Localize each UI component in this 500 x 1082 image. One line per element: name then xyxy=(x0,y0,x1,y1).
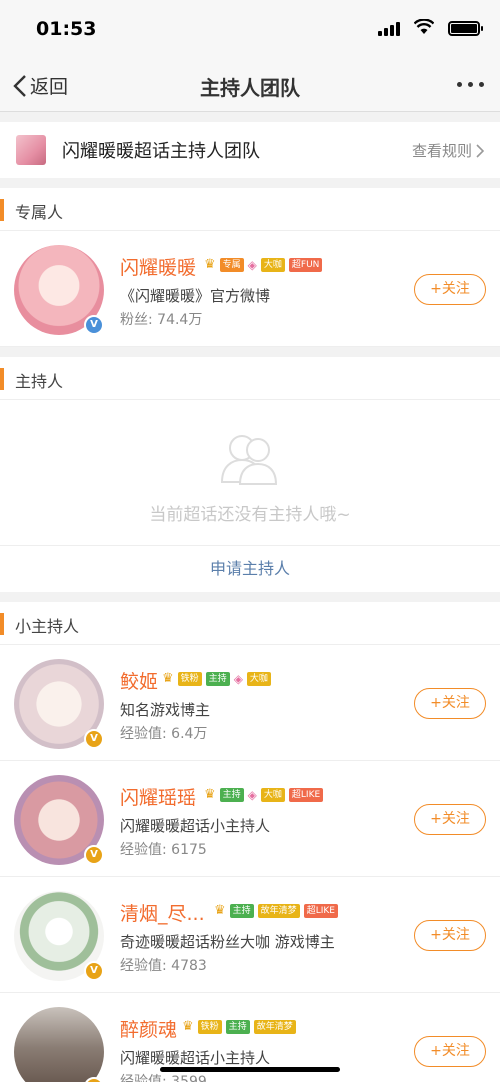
follow-button[interactable]: +关注 xyxy=(414,804,486,835)
badge-list: ♛ 主持 ◈ 大咖 超LIKE xyxy=(204,787,324,802)
badge: 大咖 xyxy=(260,257,285,272)
crown-icon: ♛ xyxy=(162,671,174,686)
user-stat: 经验值: 6175 xyxy=(120,842,207,858)
topic-thumbnail xyxy=(16,135,46,165)
user-name[interactable]: 闪耀瑶瑶 xyxy=(120,783,196,810)
user-name[interactable]: 鲛姬 xyxy=(120,667,158,694)
badge-list: ♛ 铁粉 主持 故年清梦 xyxy=(182,1019,296,1034)
verified-icon: V xyxy=(84,729,104,749)
chevron-right-icon xyxy=(476,143,484,158)
list-item[interactable]: V 鲛姬 ♛ 铁粉 主持 ◈ 大咖 知名游戏博主 经验值: 6.4万 +关注 xyxy=(0,645,500,761)
section-title: 小主持人 xyxy=(15,617,80,636)
badge: 超LIKE xyxy=(288,787,324,802)
badge: 大咖 xyxy=(260,787,285,802)
nav-bar: 返回 主持人团队 xyxy=(0,58,500,112)
topic-row[interactable]: 闪耀暖暖超话主持人团队 查看规则 xyxy=(0,122,500,178)
empty-message: 当前超话还没有主持人哦~ xyxy=(149,505,351,525)
verified-icon: V xyxy=(84,845,104,865)
user-stat: 经验值: 4783 xyxy=(120,958,207,974)
section-hosts: 主持人 xyxy=(0,357,500,400)
user-name[interactable]: 闪耀暖暖 xyxy=(120,253,196,280)
badge: 主持 xyxy=(205,671,230,686)
section-junior: 小主持人 xyxy=(0,602,500,645)
user-stat: 经验值: 3599 xyxy=(120,1074,207,1082)
topic-name: 闪耀暖暖超话主持人团队 xyxy=(62,141,260,162)
list-item[interactable]: V 闪耀瑶瑶 ♛ 主持 ◈ 大咖 超LIKE 闪耀暖暖超话小主持人 经验值: 6… xyxy=(0,761,500,877)
empty-hosts: 当前超话还没有主持人哦~ xyxy=(0,400,500,546)
user-desc: 闪耀暖暖超话小主持人 xyxy=(120,817,271,835)
user-placeholder-icon xyxy=(220,435,278,485)
user-desc: 《闪耀暖暖》官方微博 xyxy=(120,287,271,305)
user-desc: 奇迹暖暖超话粉丝大咖 游戏博主 xyxy=(120,933,335,951)
crown-icon: ♛ xyxy=(204,787,216,802)
user-stat: 粉丝: 74.4万 xyxy=(120,312,203,328)
user-desc: 闪耀暖暖超话小主持人 xyxy=(120,1049,271,1067)
badge: 超LIKE xyxy=(303,903,338,918)
badge-list: ♛ 主持 故年清梦 超LIKE xyxy=(214,903,338,918)
crown-icon: ♛ xyxy=(204,257,216,272)
diamond-icon: ◈ xyxy=(247,257,257,272)
crown-icon: ♛ xyxy=(182,1019,194,1034)
avatar[interactable] xyxy=(14,1007,104,1082)
badge: 大咖 xyxy=(246,671,271,686)
wifi-icon xyxy=(414,19,434,34)
page-title: 主持人团队 xyxy=(200,76,300,100)
badge-list: ♛ 铁粉 主持 ◈ 大咖 xyxy=(162,671,271,686)
badge: 主持 xyxy=(229,903,254,918)
section-title: 主持人 xyxy=(15,372,64,391)
follow-button[interactable]: +关注 xyxy=(414,688,486,719)
user-name[interactable]: 清烟_尽... xyxy=(120,899,205,926)
badge: 主持 xyxy=(225,1019,250,1034)
crown-icon: ♛ xyxy=(214,903,226,918)
badge: 超FUN xyxy=(288,257,323,272)
signal-icon xyxy=(378,22,400,36)
apply-host-button[interactable]: 申请主持人 xyxy=(0,546,500,592)
follow-button[interactable]: +关注 xyxy=(414,1036,486,1067)
home-indicator[interactable] xyxy=(160,1067,340,1072)
follow-button[interactable]: +关注 xyxy=(414,274,486,305)
more-button[interactable] xyxy=(457,82,484,87)
diamond-icon: ◈ xyxy=(247,787,257,802)
user-desc: 知名游戏博主 xyxy=(120,701,211,719)
badge: 故年清梦 xyxy=(257,903,300,918)
badge-list: ♛ 专属 ◈ 大咖 超FUN xyxy=(204,257,323,272)
badge: 故年清梦 xyxy=(253,1019,296,1034)
diamond-icon: ◈ xyxy=(233,671,243,686)
user-name[interactable]: 醉颜魂 xyxy=(120,1015,177,1042)
status-time: 01:53 xyxy=(36,18,97,40)
badge: 铁粉 xyxy=(177,671,202,686)
follow-button[interactable]: +关注 xyxy=(414,920,486,951)
badge: 主持 xyxy=(219,787,244,802)
list-item[interactable]: V 清烟_尽... ♛ 主持 故年清梦 超LIKE 奇迹暖暖超话粉丝大咖 游戏博… xyxy=(0,877,500,993)
user-stat: 经验值: 6.4万 xyxy=(120,726,208,742)
verified-icon: V xyxy=(84,315,104,335)
verified-icon: V xyxy=(84,961,104,981)
badge: 铁粉 xyxy=(197,1019,222,1034)
badge: 专属 xyxy=(219,257,244,272)
section-exclusive: 专属人 xyxy=(0,188,500,231)
exclusive-user-row[interactable]: V 闪耀暖暖 ♛ 专属 ◈ 大咖 超FUN 《闪耀暖暖》官方微博 粉丝: 74.… xyxy=(0,231,500,347)
status-bar: 01:53 xyxy=(0,0,500,58)
battery-icon xyxy=(448,21,483,36)
section-title: 专属人 xyxy=(15,203,64,222)
view-rules-link[interactable]: 查看规则 xyxy=(412,140,484,161)
